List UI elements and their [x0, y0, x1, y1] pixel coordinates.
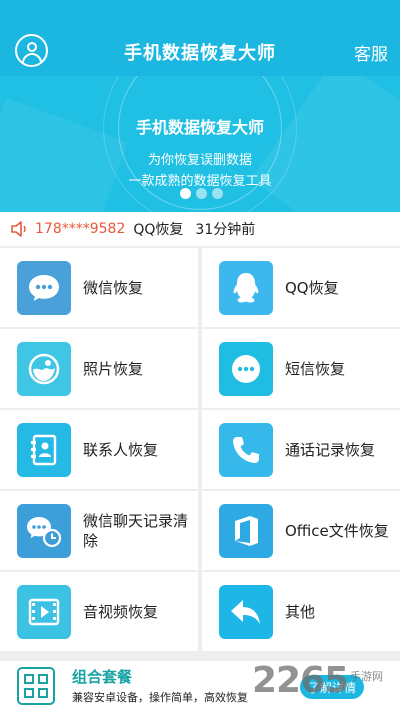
feature-label: QQ恢复 — [285, 278, 339, 297]
ticker-phone: 178****9582 — [35, 221, 126, 237]
feature-qq-recovery[interactable]: QQ恢复 — [202, 248, 400, 327]
feature-call-log-recovery[interactable]: 通话记录恢复 — [202, 410, 400, 489]
feature-label: 微信恢复 — [83, 278, 144, 297]
carousel-dots — [180, 188, 223, 199]
site-watermark-sub: 手游网 — [350, 670, 383, 683]
feature-label: 微信聊天记录清除 — [83, 511, 189, 550]
wechat-clean-icon — [17, 504, 71, 558]
feature-video-recovery[interactable]: 音视频恢复 — [0, 572, 198, 651]
speaker-icon — [11, 221, 29, 237]
feature-label: 其他 — [285, 602, 316, 621]
carousel-dot[interactable] — [180, 188, 191, 199]
page-title: 手机数据恢复大师 — [124, 43, 276, 64]
ticker-time: 31分钟前 — [195, 222, 256, 238]
office-icon — [219, 504, 273, 558]
carousel-dot[interactable] — [212, 188, 223, 199]
banner-subtitle-2: 一款成熟的数据恢复工具 — [128, 174, 272, 189]
feature-label: 短信恢复 — [285, 359, 346, 378]
other-icon — [219, 585, 273, 639]
feature-label: Office文件恢复 — [285, 521, 389, 540]
sms-icon — [219, 342, 273, 396]
feature-other[interactable]: 其他 — [202, 572, 400, 651]
combo-title: 组合套餐 — [72, 668, 133, 686]
qq-icon — [219, 261, 273, 315]
feature-sms-recovery[interactable]: 短信恢复 — [202, 329, 400, 408]
combo-package-icon — [17, 667, 55, 705]
banner-title: 手机数据恢复大师 — [135, 118, 264, 137]
promo-banner[interactable]: 手机数据恢复大师 为你恢复误删数据 一款成熟的数据恢复工具 — [0, 76, 400, 212]
customer-service-button[interactable]: 客服 — [354, 40, 388, 65]
feature-label: 通话记录恢复 — [285, 440, 376, 459]
banner-subtitle-1: 为你恢复误删数据 — [147, 153, 252, 168]
photo-icon — [17, 342, 71, 396]
app-screen: 手机数据恢复大师 客服 手机数据恢复大师 为你恢复误删数据 一款成熟的数据恢复工… — [0, 0, 400, 711]
feature-contacts-recovery[interactable]: 联系人恢复 — [0, 410, 198, 489]
feature-label: 音视频恢复 — [83, 602, 159, 621]
combo-subtitle: 兼容安卓设备，操作简单，高效恢复 — [72, 691, 248, 704]
site-watermark: 2265 — [252, 660, 349, 701]
feature-label: 照片恢复 — [83, 359, 144, 378]
feature-wechat-recovery[interactable]: 微信恢复 — [0, 248, 198, 327]
carousel-dot[interactable] — [196, 188, 207, 199]
ticker-action: QQ恢复 — [133, 222, 184, 238]
feature-photo-recovery[interactable]: 照片恢复 — [0, 329, 198, 408]
feature-office-recovery[interactable]: Office文件恢复 — [202, 491, 400, 570]
wechat-icon — [17, 261, 71, 315]
feature-label: 联系人恢复 — [83, 440, 159, 459]
call-log-icon — [219, 423, 273, 477]
feature-wechat-clean[interactable]: 微信聊天记录清除 — [0, 491, 198, 570]
app-header: 手机数据恢复大师 客服 — [0, 0, 400, 76]
video-icon — [17, 585, 71, 639]
contacts-icon — [17, 423, 71, 477]
recent-activity-ticker: 178****9582 QQ恢复 31分钟前 — [0, 212, 400, 246]
